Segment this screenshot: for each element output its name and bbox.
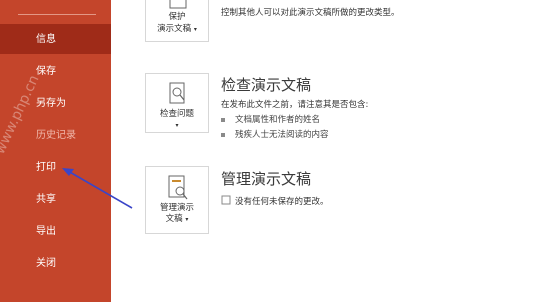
- annotation-arrow: [62, 168, 133, 209]
